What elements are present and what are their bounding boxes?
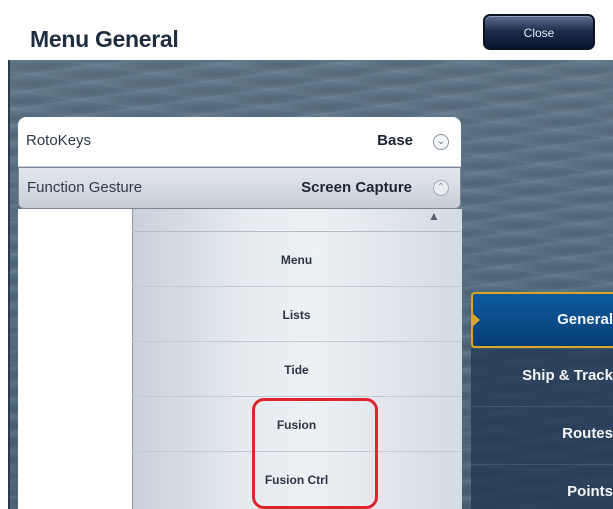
nav-item-points[interactable]: Points bbox=[471, 464, 613, 509]
selected-indicator-icon bbox=[471, 312, 480, 328]
function-gesture-value: Screen Capture bbox=[301, 179, 412, 196]
dropdown-scroll-top bbox=[132, 209, 461, 232]
dropdown-item-lists[interactable]: Lists bbox=[132, 288, 461, 342]
nav-item-label: Ship & Track bbox=[522, 367, 613, 384]
chevron-down-icon[interactable]: ⌄ bbox=[433, 134, 449, 150]
page-title: Menu General bbox=[30, 26, 179, 52]
nav-item-label: Points bbox=[567, 483, 613, 500]
function-gesture-setting-row[interactable]: Function Gesture Screen Capture ⌃ bbox=[18, 167, 461, 209]
rotokeys-setting-row[interactable]: RotoKeys Base ⌄ bbox=[18, 117, 461, 167]
nav-item-label: Routes bbox=[562, 425, 613, 442]
rotokeys-value: Base bbox=[377, 132, 413, 149]
nav-item-ship-track[interactable]: Ship & Track bbox=[471, 348, 613, 406]
rotokeys-label: RotoKeys bbox=[26, 132, 92, 149]
scroll-up-icon[interactable]: ▲ bbox=[424, 209, 444, 223]
nav-item-label: General bbox=[557, 311, 613, 328]
chevron-up-icon[interactable]: ⌃ bbox=[433, 180, 449, 196]
dropdown-item-menu[interactable]: Menu bbox=[132, 233, 461, 287]
nav-item-general[interactable]: General bbox=[471, 292, 613, 348]
close-button[interactable]: Close bbox=[483, 14, 595, 50]
highlight-box bbox=[252, 398, 378, 509]
function-gesture-label: Function Gesture bbox=[27, 179, 143, 196]
divider bbox=[8, 60, 10, 509]
dropdown-blank-area bbox=[18, 209, 132, 509]
title-bar: Menu General Close bbox=[0, 0, 613, 60]
nav-item-routes[interactable]: Routes bbox=[471, 406, 613, 464]
dropdown-item-tide[interactable]: Tide bbox=[132, 343, 461, 397]
